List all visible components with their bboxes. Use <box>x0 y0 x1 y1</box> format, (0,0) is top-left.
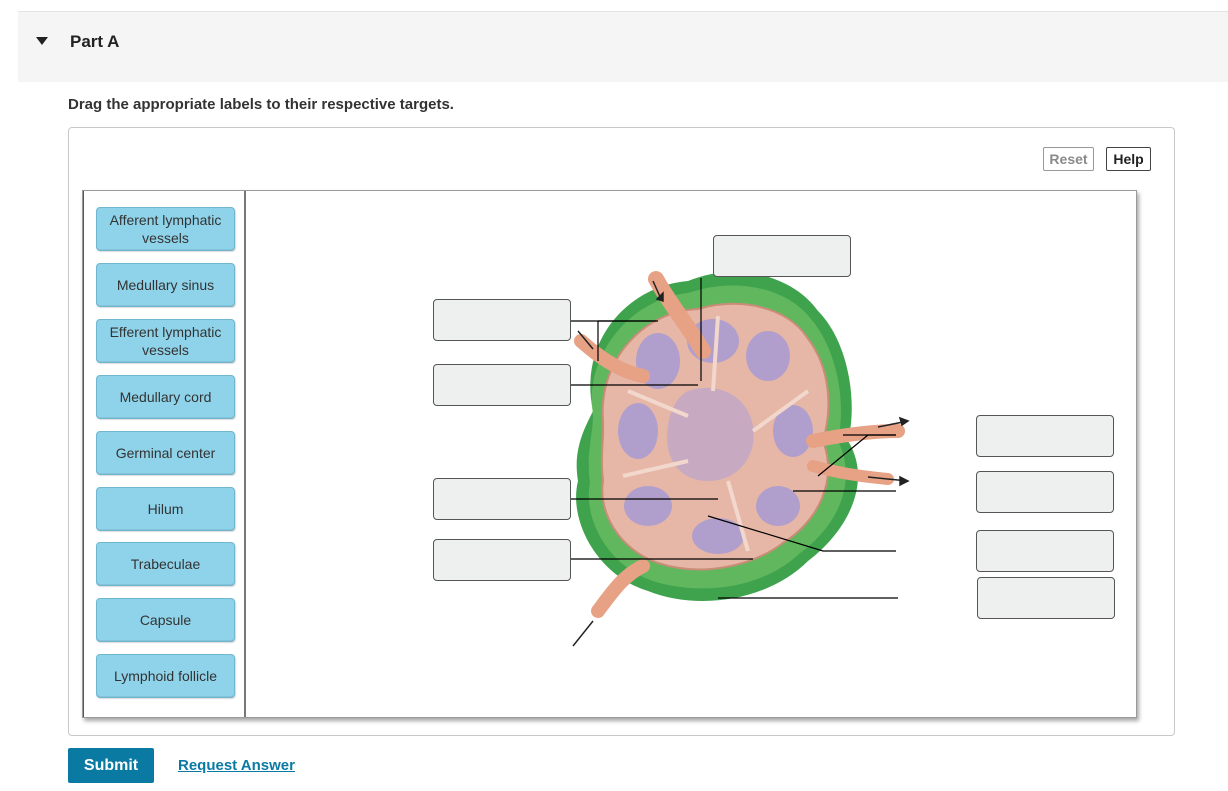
diagram-area <box>248 191 1136 717</box>
submit-button[interactable]: Submit <box>68 748 154 783</box>
medulla <box>667 387 754 481</box>
part-header[interactable]: Part A <box>18 12 1228 82</box>
drop-target-2[interactable] <box>433 299 571 341</box>
label-trabeculae[interactable]: Trabeculae <box>96 542 235 586</box>
instructions: Drag the appropriate labels to their res… <box>68 96 454 113</box>
label-lymphoid-follicle[interactable]: Lymphoid follicle <box>96 654 235 698</box>
drop-target-5[interactable] <box>433 539 571 581</box>
help-button[interactable]: Help <box>1106 147 1151 171</box>
drop-target-7[interactable] <box>976 471 1114 513</box>
reset-button[interactable]: Reset <box>1043 147 1094 171</box>
drop-target-6[interactable] <box>976 415 1114 457</box>
drag-drop-activity: Reset Help Afferent lymphatic vessels Me… <box>68 127 1175 736</box>
collapse-caret-icon[interactable] <box>36 37 48 45</box>
label-hilum[interactable]: Hilum <box>96 487 235 531</box>
label-medullary-sinus[interactable]: Medullary sinus <box>96 263 235 307</box>
efferent-vessel-upper <box>806 424 905 448</box>
part-title: Part A <box>70 32 120 51</box>
drop-target-8[interactable] <box>976 530 1114 572</box>
label-germinal-center[interactable]: Germinal center <box>96 431 235 475</box>
label-afferent-lymphatic-vessels[interactable]: Afferent lymphatic vessels <box>96 207 235 251</box>
request-answer-link[interactable]: Request Answer <box>178 757 295 774</box>
drag-drop-workspace: Afferent lymphatic vessels Medullary sin… <box>82 190 1137 718</box>
label-medullary-cord[interactable]: Medullary cord <box>96 375 235 419</box>
drop-target-4[interactable] <box>433 478 571 520</box>
drop-target-9[interactable] <box>977 577 1115 619</box>
label-bank: Afferent lymphatic vessels Medullary sin… <box>83 191 246 717</box>
label-efferent-lymphatic-vessels[interactable]: Efferent lymphatic vessels <box>96 319 235 363</box>
drop-target-1[interactable] <box>713 235 851 277</box>
label-capsule[interactable]: Capsule <box>96 598 235 642</box>
drop-target-3[interactable] <box>433 364 571 406</box>
